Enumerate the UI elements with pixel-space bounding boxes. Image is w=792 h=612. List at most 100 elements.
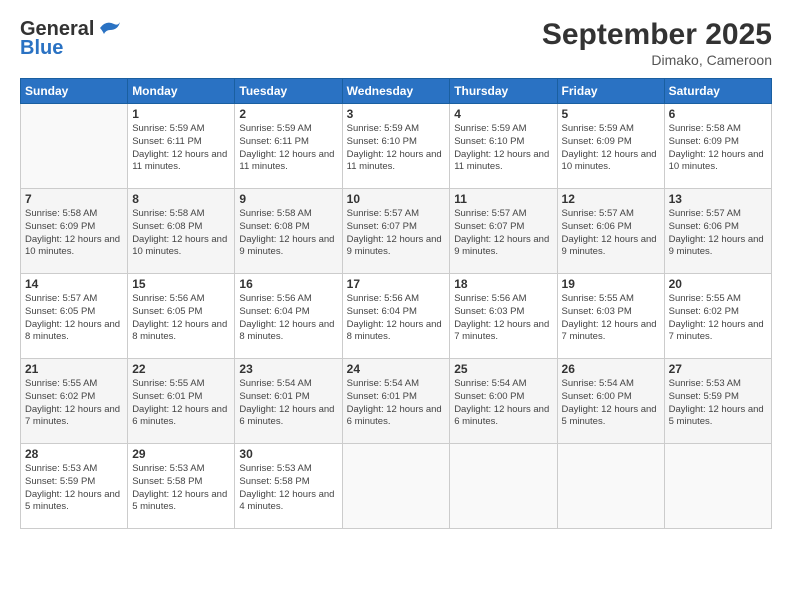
table-row: 12 Sunrise: 5:57 AMSunset: 6:06 PMDayligh… bbox=[557, 189, 664, 274]
table-row: 24 Sunrise: 5:54 AMSunset: 6:01 PMDayligh… bbox=[342, 359, 450, 444]
header-monday: Monday bbox=[128, 79, 235, 104]
day-number: 12 bbox=[562, 192, 660, 206]
table-row: 17 Sunrise: 5:56 AMSunset: 6:04 PMDayligh… bbox=[342, 274, 450, 359]
day-info: Sunrise: 5:54 AMSunset: 6:01 PMDaylight:… bbox=[347, 378, 446, 429]
day-info: Sunrise: 5:56 AMSunset: 6:04 PMDaylight:… bbox=[239, 293, 337, 344]
table-row bbox=[557, 444, 664, 529]
day-info: Sunrise: 5:59 AMSunset: 6:09 PMDaylight:… bbox=[562, 123, 660, 174]
table-row: 7 Sunrise: 5:58 AMSunset: 6:09 PMDaylight… bbox=[21, 189, 128, 274]
header-sunday: Sunday bbox=[21, 79, 128, 104]
day-info: Sunrise: 5:57 AMSunset: 6:07 PMDaylight:… bbox=[454, 208, 552, 259]
table-row: 18Sunrise: 5:56 AMSunset: 6:03 PMDayligh… bbox=[450, 274, 557, 359]
table-row: 26Sunrise: 5:54 AMSunset: 6:00 PMDayligh… bbox=[557, 359, 664, 444]
table-row: 3 Sunrise: 5:59 AMSunset: 6:10 PMDaylight… bbox=[342, 104, 450, 189]
day-info: Sunrise: 5:54 AMSunset: 6:00 PMDaylight:… bbox=[454, 378, 552, 429]
table-row: 16 Sunrise: 5:56 AMSunset: 6:04 PMDayligh… bbox=[235, 274, 342, 359]
day-number: 14 bbox=[25, 277, 123, 291]
logo-blue: Blue bbox=[20, 37, 63, 60]
day-info: Sunrise: 5:56 AMSunset: 6:05 PMDaylight:… bbox=[132, 293, 230, 344]
table-row: 13 Sunrise: 5:57 AMSunset: 6:06 PMDayligh… bbox=[664, 189, 771, 274]
day-number: 20 bbox=[669, 277, 767, 291]
day-number: 5 bbox=[562, 107, 660, 121]
day-number: 7 bbox=[25, 192, 123, 206]
header-friday: Friday bbox=[557, 79, 664, 104]
table-row: 23 Sunrise: 5:54 AMSunset: 6:01 PMDayligh… bbox=[235, 359, 342, 444]
day-info: Sunrise: 5:57 AMSunset: 6:06 PMDaylight:… bbox=[669, 208, 767, 259]
table-row: 1 Sunrise: 5:59 AMSunset: 6:11 PMDaylight… bbox=[128, 104, 235, 189]
table-row: 4 Sunrise: 5:59 AMSunset: 6:10 PMDaylight… bbox=[450, 104, 557, 189]
title-block: September 2025 Dimako, Cameroon bbox=[542, 18, 772, 68]
day-info: Sunrise: 5:59 AMSunset: 6:11 PMDaylight:… bbox=[239, 123, 337, 174]
day-info: Sunrise: 5:58 AMSunset: 6:09 PMDaylight:… bbox=[669, 123, 767, 174]
day-number: 1 bbox=[132, 107, 230, 121]
day-info: Sunrise: 5:58 AMSunset: 6:08 PMDaylight:… bbox=[132, 208, 230, 259]
table-row bbox=[450, 444, 557, 529]
table-row: 15 Sunrise: 5:56 AMSunset: 6:05 PMDayligh… bbox=[128, 274, 235, 359]
day-info: Sunrise: 5:59 AMSunset: 6:11 PMDaylight:… bbox=[132, 123, 230, 174]
day-number: 24 bbox=[347, 362, 446, 376]
table-row: 9Sunrise: 5:58 AMSunset: 6:08 PMDaylight… bbox=[235, 189, 342, 274]
day-number: 9 bbox=[239, 192, 337, 206]
logo: General Blue bbox=[20, 18, 122, 60]
calendar-week-row: 14 Sunrise: 5:57 AMSunset: 6:05 PMDayligh… bbox=[21, 274, 772, 359]
day-number: 29 bbox=[132, 447, 230, 461]
location: Dimako, Cameroon bbox=[542, 52, 772, 68]
day-number: 26 bbox=[562, 362, 660, 376]
day-info: Sunrise: 5:56 AMSunset: 6:04 PMDaylight:… bbox=[347, 293, 446, 344]
day-number: 27 bbox=[669, 362, 767, 376]
logo-bird-icon bbox=[96, 18, 122, 40]
header: General Blue September 2025 Dimako, Came… bbox=[20, 18, 772, 68]
day-info: Sunrise: 5:57 AMSunset: 6:07 PMDaylight:… bbox=[347, 208, 446, 259]
day-number: 4 bbox=[454, 107, 552, 121]
table-row: 19 Sunrise: 5:55 AMSunset: 6:03 PMDayligh… bbox=[557, 274, 664, 359]
day-number: 28 bbox=[25, 447, 123, 461]
header-thursday: Thursday bbox=[450, 79, 557, 104]
day-info: Sunrise: 5:58 AMSunset: 6:09 PMDaylight:… bbox=[25, 208, 123, 259]
table-row: 30Sunrise: 5:53 AMSunset: 5:58 PMDayligh… bbox=[235, 444, 342, 529]
day-info: Sunrise: 5:55 AMSunset: 6:03 PMDaylight:… bbox=[562, 293, 660, 344]
day-number: 17 bbox=[347, 277, 446, 291]
table-row: 2 Sunrise: 5:59 AMSunset: 6:11 PMDaylight… bbox=[235, 104, 342, 189]
day-info: Sunrise: 5:54 AMSunset: 6:01 PMDaylight:… bbox=[239, 378, 337, 429]
day-number: 25 bbox=[454, 362, 552, 376]
day-info: Sunrise: 5:53 AMSunset: 5:58 PMDaylight:… bbox=[132, 463, 230, 514]
table-row: 29 Sunrise: 5:53 AMSunset: 5:58 PMDayligh… bbox=[128, 444, 235, 529]
day-number: 30 bbox=[239, 447, 337, 461]
day-number: 15 bbox=[132, 277, 230, 291]
day-number: 23 bbox=[239, 362, 337, 376]
day-number: 10 bbox=[347, 192, 446, 206]
table-row: 11Sunrise: 5:57 AMSunset: 6:07 PMDayligh… bbox=[450, 189, 557, 274]
day-number: 13 bbox=[669, 192, 767, 206]
table-row: 10 Sunrise: 5:57 AMSunset: 6:07 PMDayligh… bbox=[342, 189, 450, 274]
table-row bbox=[21, 104, 128, 189]
day-info: Sunrise: 5:57 AMSunset: 6:06 PMDaylight:… bbox=[562, 208, 660, 259]
day-info: Sunrise: 5:55 AMSunset: 6:01 PMDaylight:… bbox=[132, 378, 230, 429]
table-row: 14 Sunrise: 5:57 AMSunset: 6:05 PMDayligh… bbox=[21, 274, 128, 359]
calendar-week-row: 21Sunrise: 5:55 AMSunset: 6:02 PMDayligh… bbox=[21, 359, 772, 444]
table-row: 5 Sunrise: 5:59 AMSunset: 6:09 PMDaylight… bbox=[557, 104, 664, 189]
day-info: Sunrise: 5:59 AMSunset: 6:10 PMDaylight:… bbox=[454, 123, 552, 174]
header-saturday: Saturday bbox=[664, 79, 771, 104]
day-number: 8 bbox=[132, 192, 230, 206]
table-row: 28Sunrise: 5:53 AMSunset: 5:59 PMDayligh… bbox=[21, 444, 128, 529]
day-number: 2 bbox=[239, 107, 337, 121]
day-info: Sunrise: 5:55 AMSunset: 6:02 PMDaylight:… bbox=[25, 378, 123, 429]
day-info: Sunrise: 5:57 AMSunset: 6:05 PMDaylight:… bbox=[25, 293, 123, 344]
header-wednesday: Wednesday bbox=[342, 79, 450, 104]
day-info: Sunrise: 5:53 AMSunset: 5:59 PMDaylight:… bbox=[669, 378, 767, 429]
table-row: 20 Sunrise: 5:55 AMSunset: 6:02 PMDayligh… bbox=[664, 274, 771, 359]
day-info: Sunrise: 5:59 AMSunset: 6:10 PMDaylight:… bbox=[347, 123, 446, 174]
day-number: 16 bbox=[239, 277, 337, 291]
page: General Blue September 2025 Dimako, Came… bbox=[0, 0, 792, 612]
table-row bbox=[664, 444, 771, 529]
calendar-week-row: 1 Sunrise: 5:59 AMSunset: 6:11 PMDaylight… bbox=[21, 104, 772, 189]
table-row bbox=[342, 444, 450, 529]
day-info: Sunrise: 5:55 AMSunset: 6:02 PMDaylight:… bbox=[669, 293, 767, 344]
day-number: 18 bbox=[454, 277, 552, 291]
table-row: 25 Sunrise: 5:54 AMSunset: 6:00 PMDayligh… bbox=[450, 359, 557, 444]
day-number: 3 bbox=[347, 107, 446, 121]
day-number: 22 bbox=[132, 362, 230, 376]
table-row: 27 Sunrise: 5:53 AMSunset: 5:59 PMDayligh… bbox=[664, 359, 771, 444]
calendar-header-row: Sunday Monday Tuesday Wednesday Thursday… bbox=[21, 79, 772, 104]
day-number: 19 bbox=[562, 277, 660, 291]
